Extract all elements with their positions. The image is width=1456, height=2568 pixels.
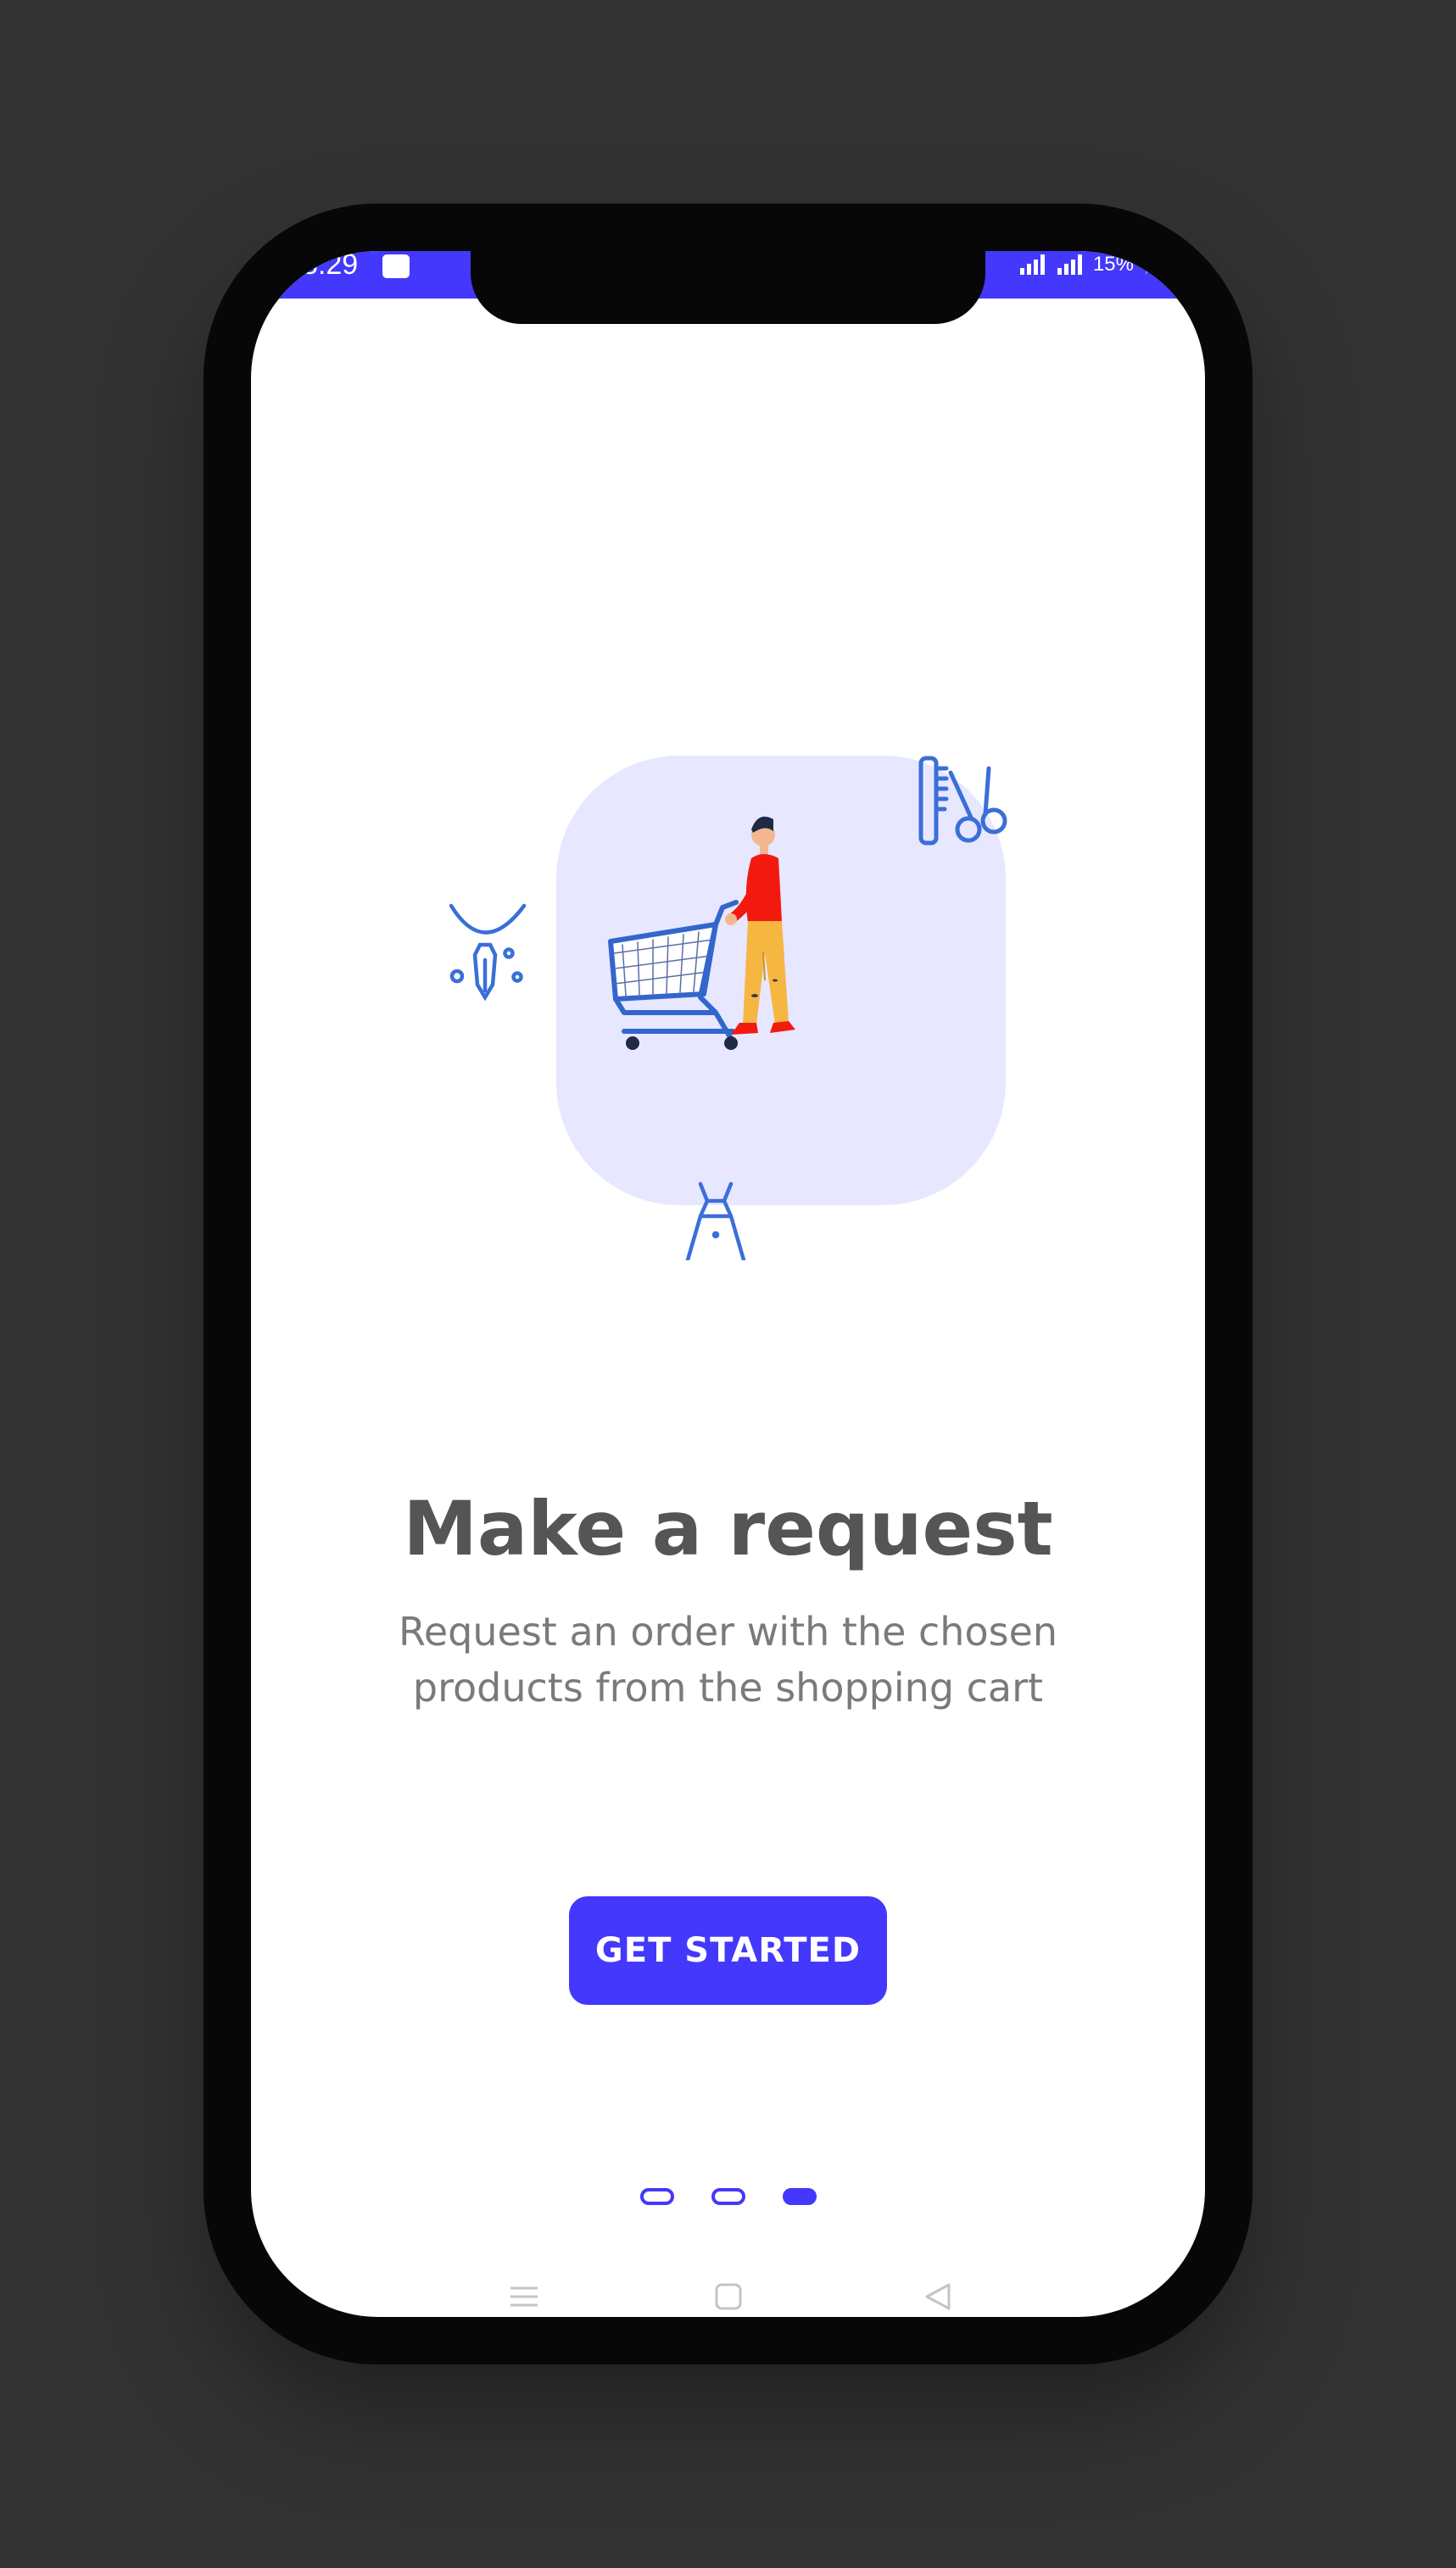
page-dot-2[interactable] xyxy=(711,2188,745,2205)
get-started-button[interactable]: GET STARTED xyxy=(569,1896,887,2005)
person-shopping-cart-illustration xyxy=(449,756,1007,1260)
page-dot-1[interactable] xyxy=(639,2188,674,2205)
camera-notch xyxy=(471,229,985,324)
charging-icon xyxy=(1143,254,1153,275)
system-nav-bar xyxy=(251,2280,1205,2314)
status-indicators: 15% xyxy=(1018,251,1154,278)
home-icon[interactable] xyxy=(711,2280,745,2314)
page-title: Make a request xyxy=(403,1485,1053,1572)
battery-percent: 15% xyxy=(1092,253,1134,276)
signal-icon xyxy=(1057,254,1082,275)
app-screen: 8:29 15% Make a request Request an order… xyxy=(251,251,1205,2317)
necklace-icon xyxy=(449,903,527,1002)
back-icon[interactable] xyxy=(921,2280,955,2314)
page-subtitle: Request an order with the chosen product… xyxy=(398,1609,1058,1711)
menu-icon[interactable] xyxy=(507,2280,541,2314)
page-indicator xyxy=(251,2188,1205,2205)
page-dot-3-active[interactable] xyxy=(782,2188,817,2205)
status-time: 8:29 xyxy=(302,251,359,281)
signal-icon xyxy=(1019,254,1045,275)
notification-app-icon xyxy=(382,254,410,278)
